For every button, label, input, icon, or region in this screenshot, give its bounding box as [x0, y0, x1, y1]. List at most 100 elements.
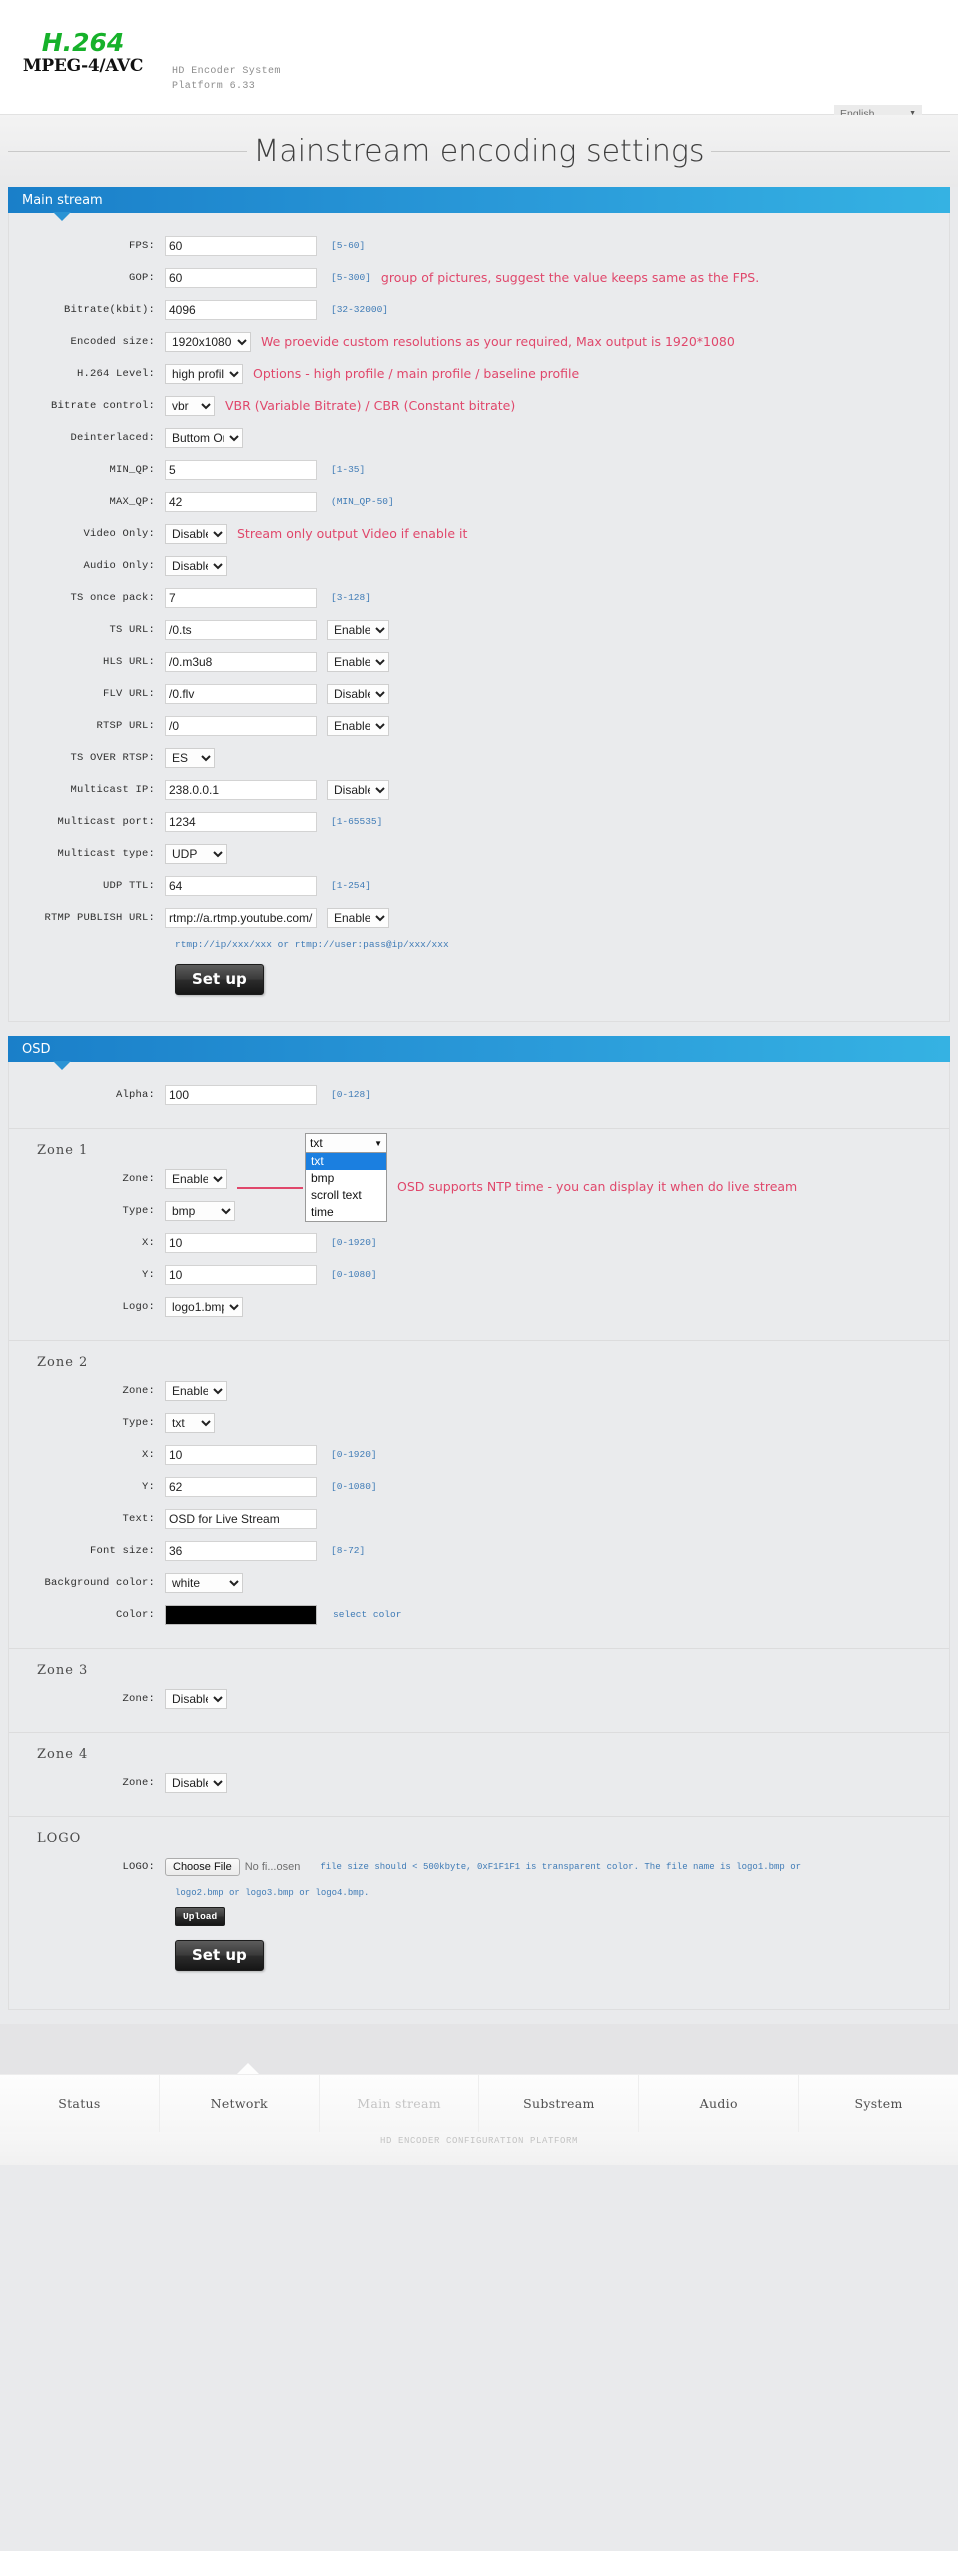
main-stream-panel-title: Main stream — [22, 192, 103, 208]
osd-panel-body: Alpha: [0-128] Zone 1 txt ▼ txt bmp — [8, 1062, 950, 2010]
label-zone2-bgcolor: Background color: — [44, 1576, 155, 1589]
select-flv-url-enable[interactable]: Disable — [327, 683, 389, 704]
osd-setup-button[interactable]: Set up — [175, 1940, 264, 1971]
nav-item-audio[interactable]: Audio — [639, 2075, 800, 2132]
footer-gap — [0, 2024, 958, 2074]
chosen-file-name: No fi...osen — [244, 1860, 301, 1873]
label-audio-only: Audio Only: — [83, 559, 155, 572]
input-zone1-y[interactable] — [165, 1264, 317, 1285]
select-zone3-zone[interactable]: Disable — [165, 1688, 227, 1709]
label-fps: FPS: — [128, 239, 155, 252]
label-multicast-type: Multicast type: — [57, 847, 155, 860]
select-ts-over-rtsp[interactable]: ES — [165, 747, 215, 768]
type-dropdown-open[interactable]: txt ▼ txt bmp scroll text time — [305, 1133, 387, 1222]
type-dropdown-selected[interactable]: txt ▼ — [305, 1133, 387, 1153]
logo-hint-line-1: file size should < 500kbyte, 0xF1F1F1 is… — [320, 1861, 802, 1872]
input-alpha[interactable] — [165, 1084, 317, 1105]
input-zone2-x[interactable] — [165, 1444, 317, 1465]
type-option-txt[interactable]: txt — [306, 1153, 386, 1170]
select-zone2-zone[interactable]: Enable — [165, 1380, 227, 1401]
label-zone2-color: Color: — [115, 1608, 155, 1621]
platform-version: Platform 6.33 — [172, 81, 256, 92]
select-ts-url-enable[interactable]: Enable — [327, 619, 389, 640]
select-zone1-type[interactable]: bmp — [165, 1200, 235, 1221]
logo-upload-button[interactable]: Upload — [175, 1907, 226, 1926]
row-ts-over-rtsp: TS OVER RTSP: ES — [9, 747, 949, 768]
select-multicast-type[interactable]: UDP — [165, 843, 227, 864]
select-multicast-ip-enable[interactable]: Disable — [327, 779, 389, 800]
label-deinterlaced: Deinterlaced: — [70, 431, 155, 444]
label-logo-file: LOGO: — [122, 1860, 155, 1873]
top-header: H.264 MPEG-4/AVC HD Encoder System Platf… — [0, 0, 958, 122]
input-rtmp-publish-url[interactable] — [165, 907, 317, 928]
input-min-qp[interactable] — [165, 459, 317, 480]
input-udp-ttl[interactable] — [165, 875, 317, 896]
main-stream-panel: Main stream FPS: [5-60] GOP: [5-300] gro… — [8, 187, 950, 1022]
note-osd-ntp: OSD supports NTP time - you can display … — [397, 1179, 798, 1194]
select-zone4-zone[interactable]: Disable — [165, 1772, 227, 1793]
input-max-qp[interactable] — [165, 491, 317, 512]
row-alpha: Alpha: [0-128] — [9, 1084, 949, 1105]
input-rtsp-url[interactable] — [165, 715, 317, 736]
input-ts-url[interactable] — [165, 619, 317, 640]
logo-upload-wrap: Upload — [9, 1906, 949, 1926]
nav-item-network[interactable]: Network — [160, 2075, 320, 2132]
label-zone1-type: Type: — [122, 1204, 155, 1217]
nav-item-system[interactable]: System — [799, 2075, 958, 2132]
row-zone2-text: Text: — [9, 1508, 949, 1529]
input-ts-once-pack[interactable] — [165, 587, 317, 608]
row-zone2-y: Y: [0-1080] — [9, 1476, 949, 1497]
type-dropdown-list[interactable]: txt bmp scroll text time — [305, 1153, 387, 1222]
select-color-link[interactable]: select color — [333, 1609, 401, 1620]
input-fps[interactable] — [165, 235, 317, 256]
label-zone2-type: Type: — [122, 1416, 155, 1429]
input-zone2-y[interactable] — [165, 1476, 317, 1497]
logo-section-title: LOGO — [37, 1831, 82, 1846]
label-ts-url: TS URL: — [109, 623, 155, 636]
input-gop[interactable] — [165, 267, 317, 288]
chevron-down-icon: ▼ — [374, 1138, 382, 1148]
input-zone2-fontsize[interactable] — [165, 1540, 317, 1561]
select-deinterlaced[interactable]: Buttom Only — [165, 427, 243, 448]
select-zone1-logo[interactable]: logo1.bmp — [165, 1296, 243, 1317]
label-zone2-x: X: — [141, 1448, 155, 1461]
input-flv-url[interactable] — [165, 683, 317, 704]
color-swatch[interactable] — [165, 1604, 317, 1625]
input-zone2-text[interactable] — [165, 1508, 317, 1529]
select-audio-only[interactable]: Disable — [165, 555, 227, 576]
select-zone1-zone[interactable]: Enable — [165, 1168, 227, 1189]
select-encoded-size[interactable]: 1920x1080 — [165, 331, 251, 352]
label-zone2-zone: Zone: — [122, 1384, 155, 1397]
hint-zone2-y: [0-1080] — [331, 1481, 377, 1492]
select-zone2-bgcolor[interactable]: white — [165, 1572, 243, 1593]
hint-bitrate: [32-32000] — [331, 304, 389, 315]
select-bitrate-control[interactable]: vbr — [165, 395, 215, 416]
label-zone1-logo: Logo: — [122, 1300, 155, 1313]
choose-file-button[interactable]: Choose File — [165, 1857, 240, 1876]
hint-fps: [5-60] — [331, 240, 366, 251]
input-multicast-ip[interactable] — [165, 779, 317, 800]
type-option-time[interactable]: time — [306, 1204, 386, 1221]
select-hls-url-enable[interactable]: Enable — [327, 651, 389, 672]
row-zone2-x: X: [0-1920] — [9, 1444, 949, 1465]
input-multicast-port[interactable] — [165, 811, 317, 832]
nav-item-status[interactable]: Status — [0, 2075, 160, 2132]
input-zone1-x[interactable] — [165, 1232, 317, 1253]
osd-zone-2: Zone 2 Zone: Enable Type: txt X: 10 [0-1… — [9, 1341, 949, 1649]
select-rtsp-url-enable[interactable]: Enable — [327, 715, 389, 736]
type-option-bmp[interactable]: bmp — [306, 1170, 386, 1187]
type-option-scroll-text[interactable]: scroll text — [306, 1187, 386, 1204]
note-video-only: Stream only output Video if enable it — [237, 526, 468, 541]
select-h264-level[interactable]: high profile — [165, 363, 243, 384]
input-bitrate[interactable] — [165, 299, 317, 320]
nav-item-main-stream[interactable]: Main stream — [320, 2075, 480, 2132]
select-rtmp-publish-enable[interactable]: Enable — [327, 907, 389, 928]
row-rtmp-publish-url: RTMP PUBLISH URL: Enable — [9, 907, 949, 928]
input-hls-url[interactable] — [165, 651, 317, 672]
select-video-only[interactable]: Disable — [165, 523, 227, 544]
main-stream-setup-button[interactable]: Set up — [175, 964, 264, 995]
row-zone2-bgcolor: Background color: white — [9, 1572, 949, 1593]
row-udp-ttl: UDP TTL: [1-254] — [9, 875, 949, 896]
nav-item-substream[interactable]: Substream — [479, 2075, 640, 2132]
select-zone2-type[interactable]: txt — [165, 1412, 215, 1433]
